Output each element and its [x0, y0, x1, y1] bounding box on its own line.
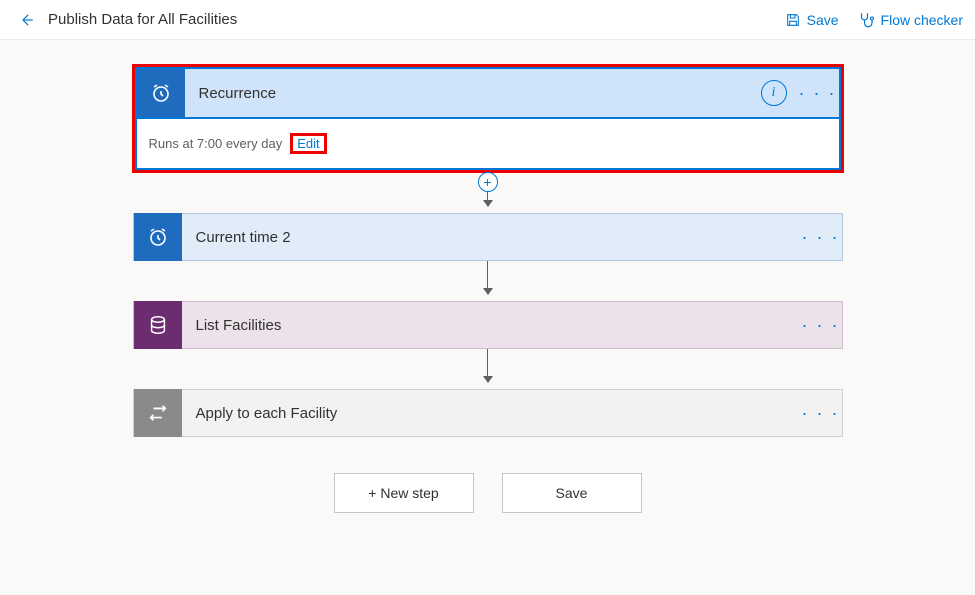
connector-3 [133, 349, 843, 389]
step-list-facilities[interactable]: List Facilities · · · [133, 301, 843, 349]
recurrence-label: Recurrence [185, 85, 761, 102]
edit-link[interactable]: Edit [290, 133, 326, 154]
loop-icon [134, 389, 182, 437]
recurrence-body: Runs at 7:00 every day Edit [135, 117, 841, 170]
arrow-left-icon [17, 11, 35, 29]
step-menu[interactable]: · · · [800, 216, 842, 258]
step-label: Current time 2 [182, 229, 800, 246]
bottom-actions: + New step Save [334, 473, 642, 513]
top-bar: Publish Data for All Facilities Save Flo… [0, 0, 975, 40]
flow-checker-action[interactable]: Flow checker [857, 11, 963, 29]
database-icon [134, 301, 182, 349]
connector-1: + [133, 173, 843, 213]
info-button[interactable]: i [761, 80, 787, 106]
connector-2 [133, 261, 843, 301]
recurrence-header[interactable]: Recurrence i · · · [137, 69, 839, 117]
add-step-button[interactable]: + [478, 172, 498, 192]
step-label: Apply to each Facility [182, 405, 800, 422]
flow-canvas: Recurrence i · · · Runs at 7:00 every da… [0, 40, 975, 595]
back-button[interactable] [12, 6, 40, 34]
step-menu[interactable]: · · · [800, 392, 842, 434]
new-step-button[interactable]: + New step [334, 473, 474, 513]
save-action[interactable]: Save [785, 11, 839, 29]
step-apply-to-each[interactable]: Apply to each Facility · · · [133, 389, 843, 437]
recurrence-card[interactable]: Recurrence i · · · Runs at 7:00 every da… [132, 64, 844, 173]
step-current-time[interactable]: Current time 2 · · · [133, 213, 843, 261]
save-action-label: Save [807, 12, 839, 28]
top-actions: Save Flow checker [785, 11, 963, 29]
flow-checker-label: Flow checker [881, 12, 963, 28]
clock-icon [134, 213, 182, 261]
save-button[interactable]: Save [502, 473, 642, 513]
stethoscope-icon [857, 11, 875, 29]
recurrence-schedule-text: Runs at 7:00 every day [149, 136, 283, 151]
save-icon [785, 12, 801, 28]
page-title: Publish Data for All Facilities [48, 11, 785, 28]
step-menu[interactable]: · · · [800, 304, 842, 346]
clock-icon [137, 69, 185, 117]
recurrence-menu[interactable]: · · · [797, 83, 839, 104]
step-label: List Facilities [182, 317, 800, 334]
